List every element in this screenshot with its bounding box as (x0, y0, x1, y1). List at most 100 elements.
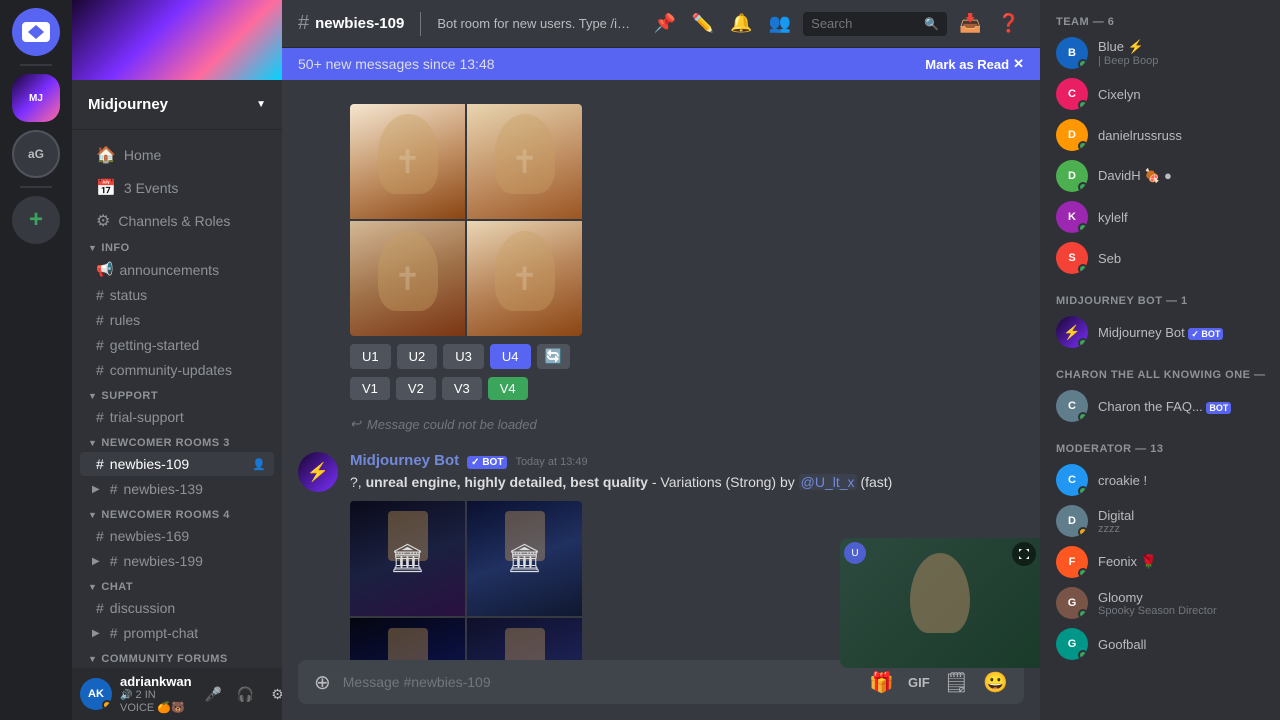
member-davidh[interactable]: D DavidH 🍖 ● (1044, 156, 1276, 196)
gift-icon[interactable]: 🎁 (865, 666, 898, 699)
nav-item-channels-roles[interactable]: ⚙ Channels & Roles (80, 205, 274, 237)
discord-home-button[interactable] (12, 8, 60, 56)
current-username: adriankwan (120, 674, 192, 689)
image-cell-2 (467, 104, 582, 219)
btn-u2-1[interactable]: U2 (397, 344, 438, 369)
member-mj-bot-avatar: ⚡ (1056, 316, 1088, 348)
action-buttons-1b: V1 V2 V3 V4 (350, 377, 582, 400)
btn-u1-1[interactable]: U1 (350, 344, 391, 369)
members-icon[interactable]: 👥 (765, 9, 795, 38)
nav-item-events[interactable]: 📅 3 Events (80, 172, 274, 204)
section-support-header[interactable]: ▼ SUPPORT (72, 386, 282, 404)
charon-section-header: CHARON THE ALL KNOWING ONE — (1040, 353, 1280, 385)
nav-home-label: Home (124, 147, 161, 163)
video-thumbnail: U (840, 538, 1040, 668)
section-community-forums: ▼ COMMUNITY FORUMS 💬 prompt-faqs (72, 649, 282, 668)
video-expand-icon[interactable] (1012, 542, 1036, 566)
channel-newbies-139[interactable]: ▶ # newbies-139 (80, 477, 274, 501)
member-seb[interactable]: S Seb (1044, 238, 1276, 278)
member-digital[interactable]: D Digital zzzz (1044, 501, 1276, 541)
add-attachment-icon[interactable]: ⊕ (310, 666, 335, 699)
section-community-forums-header[interactable]: ▼ COMMUNITY FORUMS (72, 649, 282, 667)
hash-icon-pc: # (110, 625, 118, 641)
member-blue[interactable]: B Blue ⚡ | Beep Boop (1044, 33, 1276, 73)
fantasy-cell-4 (467, 618, 582, 660)
collapsed-arrow-139: ▶ (92, 484, 100, 495)
member-goofball[interactable]: G Goofball (1044, 624, 1276, 664)
user-badge-109: 👤 (252, 458, 266, 471)
section-chat-label: CHAT (101, 581, 133, 593)
channel-newbies-169[interactable]: # newbies-169 (80, 524, 274, 548)
member-feonix[interactable]: F Feonix 🌹 (1044, 542, 1276, 582)
btn-u4-1[interactable]: U4 (490, 344, 531, 369)
fantasy-cell-3 (350, 618, 465, 660)
channel-announcements[interactable]: 📢 announcements (80, 257, 274, 282)
edit-icon[interactable]: ✏️ (688, 9, 718, 38)
channel-newbies-199[interactable]: ▶ # newbies-199 (80, 549, 274, 573)
server-header[interactable]: Midjourney ▼ (72, 80, 282, 130)
section-chat-header[interactable]: ▼ CHAT (72, 577, 282, 595)
inbox-icon[interactable]: 📥 (955, 9, 985, 38)
member-charon-name: Charon the FAQ... BOT (1098, 399, 1268, 414)
section-newcomer-3-header[interactable]: ▼ NEWCOMER ROOMS 3 (72, 433, 282, 451)
section-newcomer-3: ▼ NEWCOMER ROOMS 3 # newbies-109 👤 ▶ # n… (72, 433, 282, 501)
sticker-icon[interactable]: 🗒 (940, 666, 973, 699)
channel-newbies-109[interactable]: # newbies-109 👤 (80, 452, 274, 476)
bot-avatar: ⚡ (298, 452, 338, 492)
channel-community-updates[interactable]: # community-updates (80, 358, 274, 382)
channel-discussion[interactable]: # discussion (80, 596, 274, 620)
channel-rules[interactable]: # rules (80, 308, 274, 332)
user-controls: 🎤 🎧 ⚙ (200, 680, 292, 708)
member-gloomy-name: Gloomy (1098, 590, 1268, 605)
member-danielrussruss[interactable]: D danielrussruss (1044, 115, 1276, 155)
member-kylelf[interactable]: K kylelf (1044, 197, 1276, 237)
channel-prompt-chat[interactable]: ▶ # prompt-chat (80, 621, 274, 645)
mute-button[interactable]: 🎤 (200, 680, 228, 708)
channel-list: 🏠 Home 📅 3 Events ⚙ Channels & Roles ▼ I… (72, 130, 282, 668)
btn-v1-1[interactable]: V1 (350, 377, 390, 400)
deafen-button[interactable]: 🎧 (232, 680, 260, 708)
member-cixelyn[interactable]: C Cixelyn (1044, 74, 1276, 114)
channel-status[interactable]: # status (80, 283, 274, 307)
search-icon: 🔍 (924, 17, 939, 31)
emoji-icon[interactable]: 😀 (979, 666, 1012, 699)
search-input[interactable] (811, 16, 920, 31)
server-icon-ag[interactable]: aG (12, 130, 60, 178)
help-icon[interactable]: ❓ (994, 9, 1024, 38)
message-input[interactable] (343, 674, 857, 690)
section-info-header[interactable]: ▼ INFO (72, 238, 282, 256)
section-newcomer-3-label: NEWCOMER ROOMS 3 (101, 437, 229, 449)
nav-item-home[interactable]: 🏠 Home (80, 139, 274, 171)
member-charon[interactable]: C Charon the FAQ... BOT (1044, 386, 1276, 426)
section-info-label: INFO (101, 242, 129, 254)
btn-refresh-1[interactable]: 🔄 (537, 344, 570, 369)
add-server-button[interactable]: + (12, 196, 60, 244)
section-newcomer-4-header[interactable]: ▼ NEWCOMER ROOMS 4 (72, 505, 282, 523)
btn-u3-1[interactable]: U3 (443, 344, 484, 369)
member-croakie-avatar: C (1056, 464, 1088, 496)
search-box[interactable]: 🔍 (803, 12, 947, 36)
btn-v3-1[interactable]: V3 (442, 377, 482, 400)
new-messages-banner[interactable]: 50+ new messages since 13:48 Mark as Rea… (282, 48, 1040, 80)
btn-v2-1[interactable]: V2 (396, 377, 436, 400)
davidh-badge: 🍖 ● (1144, 168, 1172, 183)
member-goofball-name: Goofball (1098, 637, 1268, 652)
section-chat: ▼ CHAT # discussion ▶ # prompt-chat (72, 577, 282, 645)
member-feonix-info: Feonix 🌹 (1098, 554, 1268, 570)
message-1-content: U1 U2 U3 U4 🔄 V1 V2 V3 V4 (350, 96, 582, 400)
channel-trial-support[interactable]: # trial-support (80, 405, 274, 429)
user-mention[interactable]: @U_lt_x (799, 474, 857, 490)
btn-v4-1[interactable]: V4 (488, 377, 528, 400)
pin-icon[interactable]: 📌 (649, 9, 679, 38)
channels-roles-icon: ⚙ (96, 211, 110, 231)
member-mj-bot[interactable]: ⚡ Midjourney Bot ✓ BOT (1044, 312, 1276, 352)
channel-getting-started[interactable]: # getting-started (80, 333, 274, 357)
mark-as-read-button[interactable]: Mark as Read ✕ (925, 56, 1024, 72)
member-gloomy[interactable]: G Gloomy Spooky Season Director (1044, 583, 1276, 623)
image-cell-3 (350, 221, 465, 336)
gif-icon[interactable]: GIF (904, 671, 934, 694)
server-chevron-icon: ▼ (256, 99, 266, 110)
server-icon-midjourney[interactable]: MJ (12, 74, 60, 122)
member-croakie[interactable]: C croakie ! (1044, 460, 1276, 500)
notification-icon[interactable]: 🔔 (726, 9, 756, 38)
